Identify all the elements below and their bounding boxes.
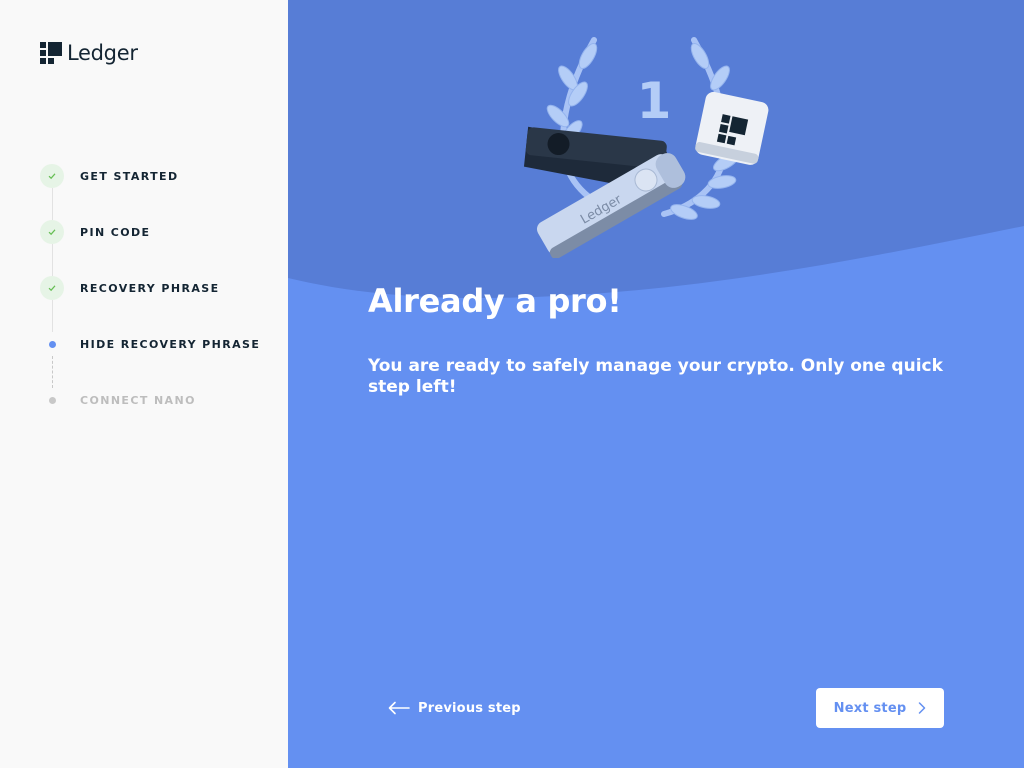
ledger-logo-icon (40, 42, 62, 64)
step-pin-code: PIN CODE (40, 220, 150, 244)
current-step-dot-icon (40, 332, 64, 356)
page-title: Already a pro! (368, 282, 622, 320)
chevron-right-icon (919, 702, 926, 714)
step-connector (52, 300, 53, 332)
step-label: PIN CODE (80, 225, 151, 239)
step-recovery-phrase: RECOVERY PHRASE (40, 276, 220, 300)
previous-step-button[interactable]: Previous step (388, 696, 521, 720)
next-step-label: Next step (833, 700, 907, 716)
check-icon (40, 276, 64, 300)
step-label: CONNECT NANO (80, 393, 196, 407)
step-label: HIDE RECOVERY PHRASE (80, 337, 261, 351)
step-connector (52, 188, 53, 220)
arrow-left-icon (388, 701, 410, 715)
previous-step-label: Previous step (418, 700, 521, 716)
onboarding-sidebar: Ledger GET STARTED PIN CODE RECOVERY PHR… (0, 0, 288, 768)
step-connect-nano: CONNECT NANO (40, 388, 196, 412)
check-icon (40, 220, 64, 244)
step-connector (52, 244, 53, 276)
check-icon (40, 164, 64, 188)
svg-text:1: 1 (637, 72, 672, 130)
ledger-logo: Ledger (40, 40, 138, 66)
step-label: RECOVERY PHRASE (80, 281, 220, 295)
logo-wordmark: Ledger (67, 41, 138, 65)
main-panel: 1 Ledger Already a pro! You are ready to… (288, 0, 1024, 768)
page-subtitle: You are ready to safely manage your cryp… (368, 356, 943, 397)
step-connector (52, 356, 53, 388)
trophy-laurel-nano-illustration: 1 Ledger (523, 37, 769, 258)
step-get-started: GET STARTED (40, 164, 179, 188)
step-hide-recovery-phrase: HIDE RECOVERY PHRASE (40, 332, 260, 356)
next-step-button[interactable]: Next step (816, 688, 944, 728)
step-label: GET STARTED (80, 169, 179, 183)
pending-step-dot-icon (40, 388, 64, 412)
